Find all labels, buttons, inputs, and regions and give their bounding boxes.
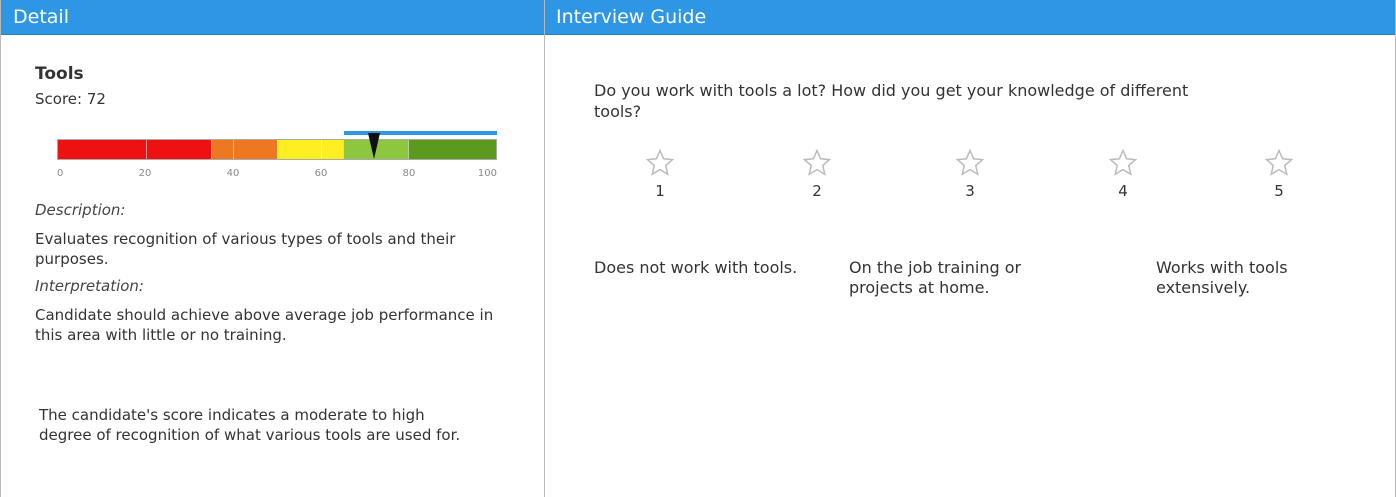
rating-number: 1 — [655, 182, 665, 200]
rating-anchor-low: Does not work with tools. — [594, 258, 798, 277]
gauge-segment — [408, 140, 496, 159]
gauge-segment — [58, 140, 146, 159]
gauge-tick-label: 60 — [314, 168, 328, 179]
rating-anchor-mid: On the job training or projects at home. — [849, 258, 1022, 297]
rating-option-5[interactable]: 5 — [1257, 148, 1301, 200]
gauge-tick-labels: 0 20 40 60 80 100 — [57, 168, 497, 182]
rating-number: 3 — [965, 182, 975, 200]
interview-guide-panel: Interview Guide Do you work with tools a… — [545, 0, 1396, 497]
rating-number: 4 — [1118, 182, 1128, 200]
score-gauge-bar — [57, 139, 497, 160]
rating-option-4[interactable]: 4 — [1101, 148, 1145, 200]
summary-text: The candidate's score indicates a modera… — [39, 406, 461, 444]
gauge-segment — [211, 140, 234, 159]
star-outline-icon[interactable] — [1264, 148, 1294, 178]
gauge-segment — [277, 140, 321, 159]
interpretation-label: Interpretation: — [35, 277, 144, 295]
gauge-tick-label: 100 — [477, 168, 497, 179]
gauge-tick-label: 0 — [57, 168, 64, 179]
target-range-line — [343, 131, 497, 135]
competency-title: Tools — [35, 64, 84, 84]
rating-number: 2 — [812, 182, 822, 200]
gauge-segment — [233, 140, 277, 159]
gauge-tick-label: 80 — [402, 168, 416, 179]
interview-guide-header: Interview Guide — [545, 0, 1395, 35]
rating-option-3[interactable]: 3 — [948, 148, 992, 200]
star-outline-icon[interactable] — [955, 148, 985, 178]
gauge-tick-label: 20 — [138, 168, 152, 179]
gauge-tick-label: 40 — [226, 168, 240, 179]
gauge-segment — [320, 140, 343, 159]
detail-header: Detail — [1, 0, 544, 35]
description-label: Description: — [35, 201, 126, 219]
rating-option-2[interactable]: 2 — [795, 148, 839, 200]
rating-anchor-high: Works with tools extensively. — [1156, 258, 1288, 297]
rating-number: 5 — [1274, 182, 1284, 200]
rating-option-1[interactable]: 1 — [638, 148, 682, 200]
star-outline-icon[interactable] — [1108, 148, 1138, 178]
interview-question: Do you work with tools a lot? How did yo… — [594, 81, 1189, 121]
score-text: Score: 72 — [35, 90, 106, 108]
gauge-segment — [145, 140, 212, 159]
score-gauge: 0 20 40 60 80 100 — [57, 131, 497, 191]
interpretation-text: Candidate should achieve above average j… — [35, 306, 494, 344]
star-outline-icon[interactable] — [645, 148, 675, 178]
description-text: Evaluates recognition of various types o… — [35, 230, 456, 268]
detail-panel: Detail Tools Score: 72 0 20 40 60 80 100 Desc… — [0, 0, 545, 497]
star-outline-icon[interactable] — [802, 148, 832, 178]
